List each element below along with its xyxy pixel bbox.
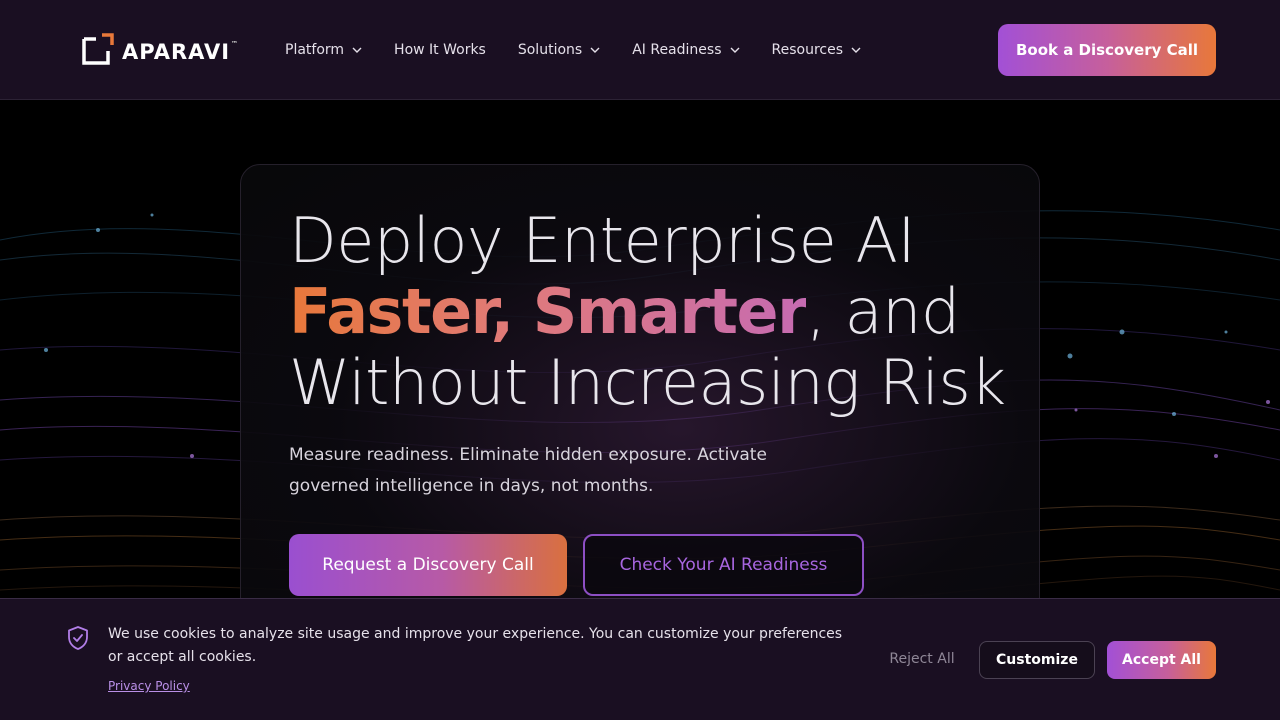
accept-all-button[interactable]: Accept All xyxy=(1107,641,1216,679)
brand-logo[interactable]: APARAVI™ xyxy=(82,32,239,66)
nav-item-label: Resources xyxy=(771,42,844,58)
nav-item-how-it-works[interactable]: How It Works xyxy=(394,38,486,62)
site-header: APARAVI™ Platform How It Works Solutions… xyxy=(0,0,1280,100)
reject-all-button[interactable]: Reject All xyxy=(878,644,966,674)
aparavi-logo-icon xyxy=(82,33,114,65)
brand-name: APARAVI™ xyxy=(122,40,240,64)
chevron-down-icon xyxy=(730,47,739,53)
nav-item-platform[interactable]: Platform xyxy=(285,38,362,62)
hero-subtext: Measure readiness. Eliminate hidden expo… xyxy=(289,445,767,496)
nav-item-solutions[interactable]: Solutions xyxy=(518,38,600,62)
chevron-down-icon xyxy=(851,47,861,53)
headline-highlight: Faster, Smarter xyxy=(289,275,808,348)
nav-item-ai-readiness[interactable]: AI Readiness xyxy=(632,38,739,62)
headline-line-1: Deploy Enterprise AI xyxy=(289,204,916,277)
cookie-message: We use cookies to analyze site usage and… xyxy=(108,626,843,665)
nav-item-label: How It Works xyxy=(394,42,486,58)
book-discovery-call-button[interactable]: Book a Discovery Call xyxy=(998,24,1216,76)
headline-line-2-rest: , and xyxy=(806,275,960,348)
chevron-down-icon xyxy=(352,47,362,53)
check-ai-readiness-button[interactable]: Check Your AI Readiness xyxy=(583,534,864,596)
main-nav: Platform How It Works Solutions AI Readi… xyxy=(285,38,893,62)
chevron-down-icon xyxy=(590,47,600,53)
nav-item-label: AI Readiness xyxy=(632,42,722,58)
nav-item-label: Solutions xyxy=(517,42,583,58)
nav-item-label: Platform xyxy=(285,42,345,58)
headline-line-3: Without Increasing Risk xyxy=(289,346,1006,419)
request-discovery-call-button[interactable]: Request a Discovery Call xyxy=(289,534,567,596)
privacy-policy-link[interactable]: Privacy Policy xyxy=(108,679,190,693)
hero-headline: Deploy Enterprise AI Faster, Smarter, an… xyxy=(289,205,1009,418)
customize-button[interactable]: Customize xyxy=(979,641,1095,679)
nav-item-resources[interactable]: Resources xyxy=(772,38,862,62)
shield-check-icon xyxy=(68,626,88,650)
